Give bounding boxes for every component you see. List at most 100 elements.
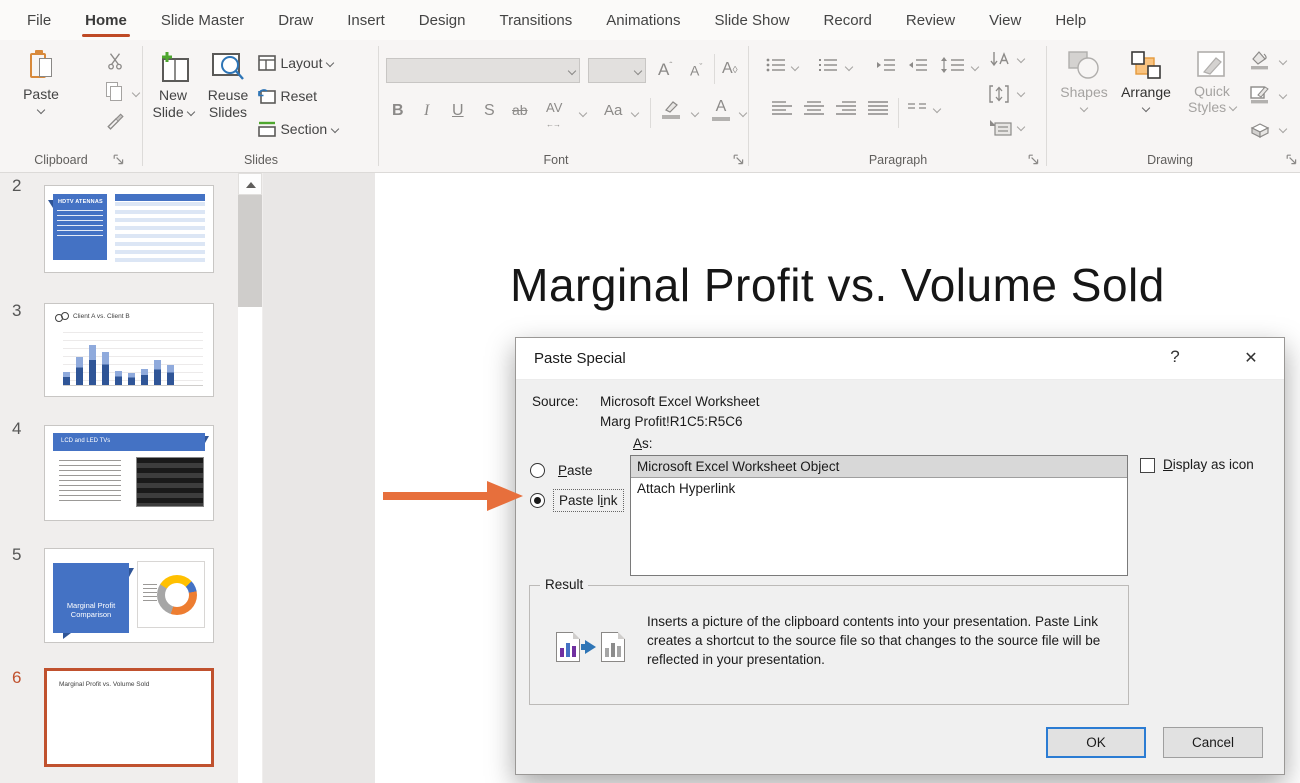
tab-slide-master[interactable]: Slide Master <box>144 0 261 40</box>
shape-fill-button[interactable] <box>1248 50 1270 70</box>
clear-formatting-button[interactable]: A◊ <box>722 60 738 78</box>
tab-record[interactable]: Record <box>807 0 889 40</box>
section-button[interactable]: Section <box>258 121 338 139</box>
shrink-font-button[interactable]: Aˇ <box>690 62 702 79</box>
tab-file[interactable]: File <box>10 0 68 40</box>
tab-animations[interactable]: Animations <box>589 0 697 40</box>
layout-button[interactable]: Layout <box>258 55 333 73</box>
tab-insert[interactable]: Insert <box>330 0 402 40</box>
paste-radio[interactable]: Paste <box>530 460 598 481</box>
strikethrough-button[interactable]: ab <box>512 102 528 118</box>
columns-button[interactable] <box>908 102 926 114</box>
group-separator <box>378 46 379 166</box>
panel-scrollbar[interactable] <box>238 173 262 783</box>
tab-view[interactable]: View <box>972 0 1038 40</box>
drawing-dialog-launcher[interactable] <box>1286 154 1298 166</box>
italic-button[interactable]: I <box>424 102 429 120</box>
copy-chevron-icon[interactable] <box>132 89 140 97</box>
change-case-button[interactable]: Aa <box>604 102 622 119</box>
chevron-down-icon[interactable] <box>1017 89 1025 97</box>
align-center-button[interactable] <box>804 100 824 116</box>
list-item-selected[interactable]: Microsoft Excel Worksheet Object <box>631 456 1127 478</box>
format-painter-button[interactable] <box>106 112 124 130</box>
underline-button[interactable]: U <box>452 102 464 120</box>
close-icon[interactable]: ✕ <box>1236 348 1266 368</box>
chevron-down-icon[interactable] <box>933 105 941 113</box>
cut-button[interactable] <box>106 52 124 70</box>
cancel-button[interactable]: Cancel <box>1163 727 1263 758</box>
line-spacing-button[interactable] <box>941 57 965 73</box>
slide-thumbnail-4[interactable]: LCD and LED TVs <box>44 425 214 521</box>
grow-font-button[interactable]: Aˆ <box>658 60 672 80</box>
tab-design[interactable]: Design <box>402 0 483 40</box>
slide-title[interactable]: Marginal Profit vs. Volume Sold <box>375 258 1300 312</box>
section-label: Section <box>280 121 327 137</box>
chevron-down-icon[interactable] <box>1017 55 1025 63</box>
chevron-down-icon[interactable] <box>971 63 979 71</box>
chevron-down-icon[interactable] <box>845 63 853 71</box>
decrease-indent-button[interactable] <box>876 57 896 73</box>
highlight-color-button[interactable] <box>662 100 680 119</box>
clipboard-dialog-launcher[interactable] <box>113 154 125 166</box>
paste-button[interactable]: Paste <box>18 52 64 120</box>
text-direction-button[interactable] <box>988 50 1010 70</box>
shape-effects-button[interactable] <box>1248 120 1272 140</box>
ok-button[interactable]: OK <box>1046 727 1146 758</box>
chevron-down-icon[interactable] <box>791 63 799 71</box>
font-dialog-launcher[interactable] <box>733 154 745 166</box>
align-center-icon <box>804 100 824 116</box>
increase-indent-button[interactable] <box>908 57 928 73</box>
new-slide-button[interactable]: NewSlide <box>150 52 196 121</box>
chevron-down-icon[interactable] <box>691 109 699 117</box>
convert-smartart-button[interactable] <box>988 118 1012 136</box>
reuse-slides-button[interactable]: ReuseSlides <box>204 52 252 121</box>
chevron-down-icon[interactable] <box>1279 91 1287 99</box>
tab-review[interactable]: Review <box>889 0 972 40</box>
align-right-button[interactable] <box>836 100 856 116</box>
font-color-button[interactable]: A <box>712 98 730 121</box>
chevron-down-icon[interactable] <box>1279 57 1287 65</box>
character-spacing-button[interactable]: AV←→ <box>546 100 562 130</box>
thumbnail-bullets <box>59 460 121 504</box>
align-text-button[interactable] <box>988 84 1010 104</box>
justify-button[interactable] <box>868 100 888 116</box>
chevron-down-icon[interactable] <box>1279 125 1287 133</box>
align-left-button[interactable] <box>772 100 792 116</box>
scroll-up-icon[interactable] <box>238 173 262 195</box>
tab-draw[interactable]: Draw <box>261 0 330 40</box>
paragraph-dialog-launcher[interactable] <box>1028 154 1040 166</box>
font-size-combo[interactable] <box>588 58 646 83</box>
slide-thumbnail-2[interactable]: HDTV ATENNAS <box>44 185 214 273</box>
tab-transitions[interactable]: Transitions <box>482 0 589 40</box>
quick-styles-button[interactable]: QuickStyles <box>1184 50 1240 115</box>
shape-outline-button[interactable] <box>1248 84 1270 104</box>
reset-button[interactable]: Reset <box>258 88 317 106</box>
display-as-icon-checkbox[interactable]: Display as icon <box>1140 457 1254 473</box>
slide-thumbnail-3[interactable]: Client A vs. Client B <box>44 303 214 397</box>
slide-thumbnail-6-selected[interactable]: Marginal Profit vs. Volume Sold <box>44 668 214 767</box>
chevron-down-icon[interactable] <box>631 109 639 117</box>
thumbnail-banner: HDTV ATENNAS <box>53 194 107 260</box>
shadow-button[interactable]: S <box>484 102 495 120</box>
list-item[interactable]: Attach Hyperlink <box>631 478 1127 500</box>
copy-button[interactable] <box>106 82 122 100</box>
shapes-button[interactable]: Shapes <box>1058 50 1110 118</box>
as-listbox[interactable]: Microsoft Excel Worksheet Object Attach … <box>630 455 1128 576</box>
result-label: Result <box>540 577 588 592</box>
font-name-combo[interactable] <box>386 58 580 83</box>
scrollbar-thumb[interactable] <box>238 195 262 307</box>
tab-home[interactable]: Home <box>68 0 144 40</box>
help-icon[interactable]: ? <box>1160 347 1190 367</box>
numbering-button[interactable] <box>818 57 838 73</box>
slide-thumbnail-5[interactable]: Marginal ProfitComparison <box>44 548 214 643</box>
tab-slide-show[interactable]: Slide Show <box>697 0 806 40</box>
tab-help[interactable]: Help <box>1038 0 1103 40</box>
bullets-button[interactable] <box>766 57 786 73</box>
dialog-title-bar[interactable]: Paste Special ? ✕ <box>516 338 1284 380</box>
paste-link-radio[interactable]: Paste link <box>530 489 624 512</box>
chevron-down-icon[interactable] <box>579 109 587 117</box>
arrange-button[interactable]: Arrange <box>1116 50 1176 118</box>
chevron-down-icon[interactable] <box>1017 123 1025 131</box>
chevron-down-icon[interactable] <box>739 109 747 117</box>
bold-button[interactable]: B <box>392 102 404 120</box>
